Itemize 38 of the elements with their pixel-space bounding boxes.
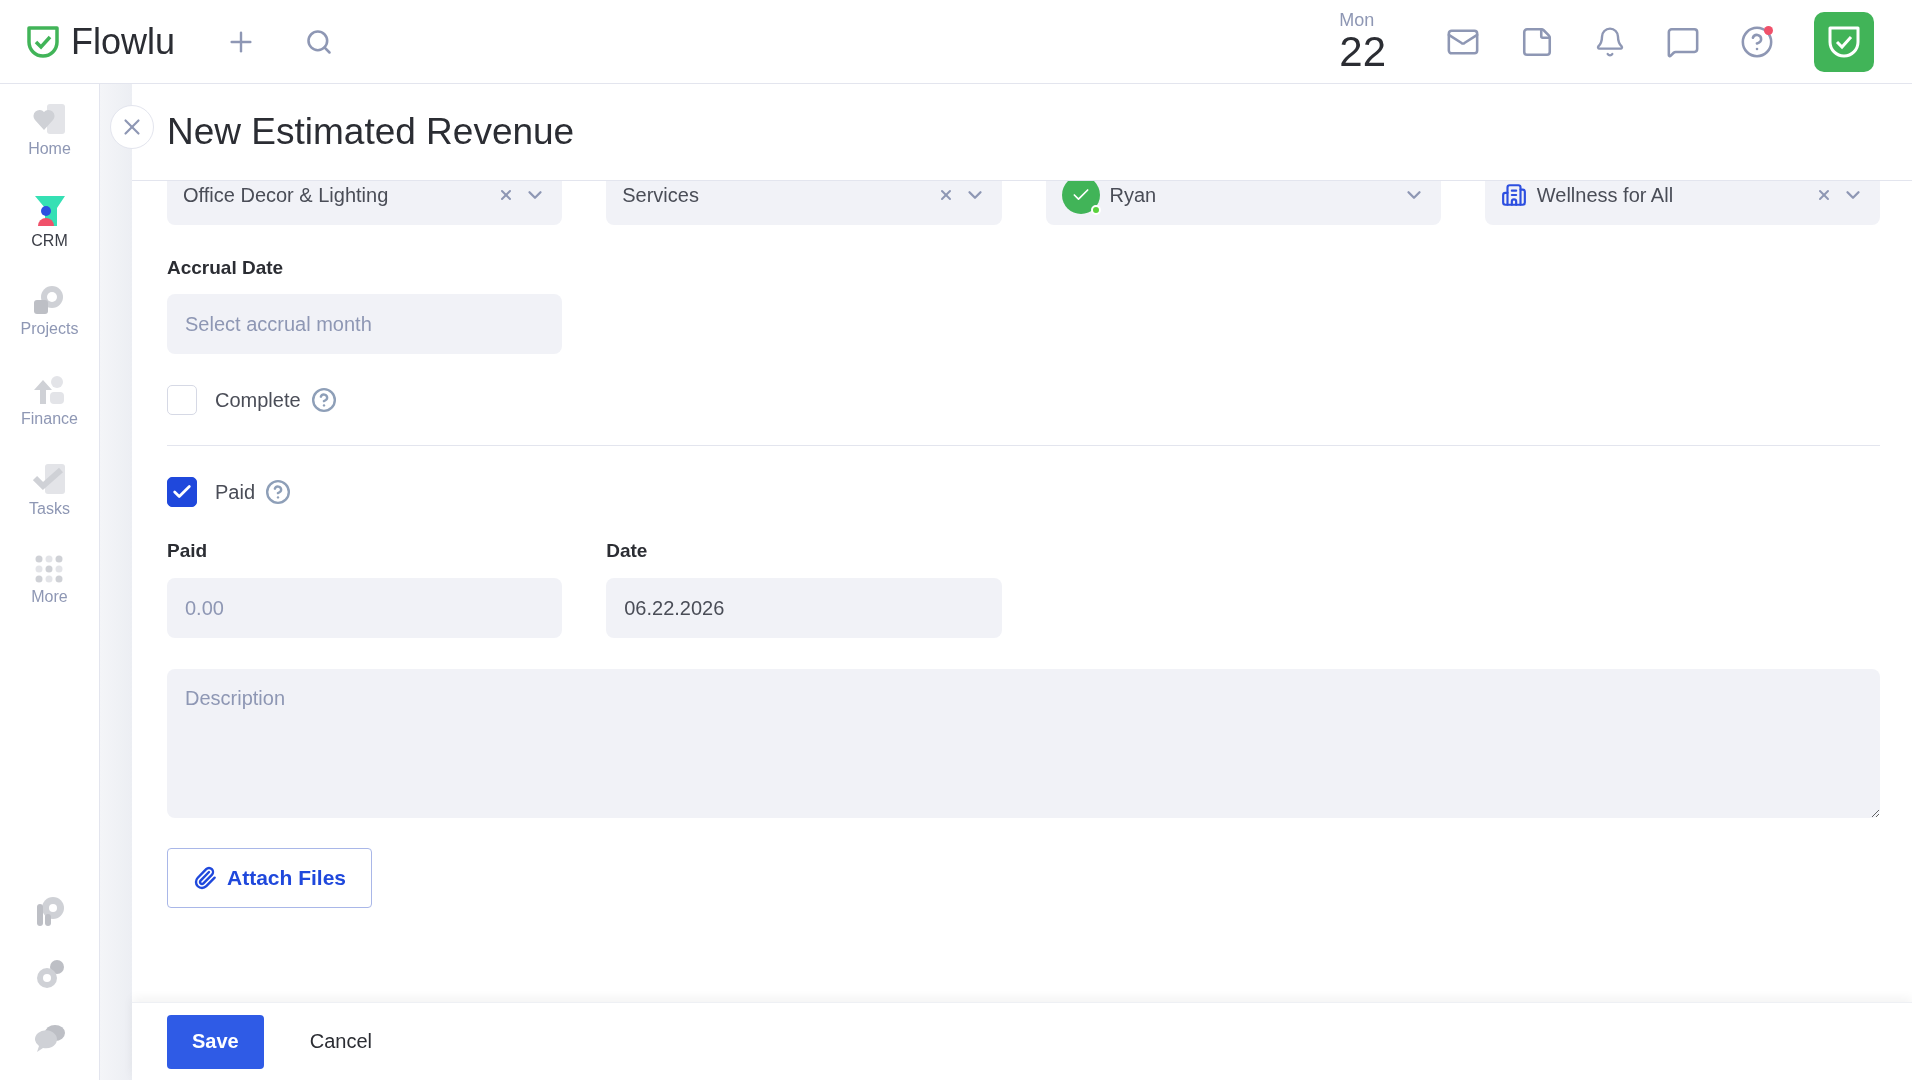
sidebar-item[interactable]: CRM [31, 194, 68, 284]
logo-text: Flowlu [71, 20, 176, 63]
user-avatar [1061, 181, 1100, 214]
checkmark-note-icon [32, 464, 67, 496]
building-icon [1500, 182, 1527, 208]
help-icon[interactable] [265, 479, 292, 505]
cancel-button[interactable]: Cancel [303, 1029, 378, 1054]
field-label: Date [606, 540, 649, 562]
checkbox-label: Complete [215, 388, 301, 412]
app-button[interactable] [1814, 11, 1874, 72]
input-field[interactable]: 0.00 [167, 578, 563, 638]
paperclip-icon [193, 866, 217, 890]
notifications-button[interactable] [1594, 25, 1626, 58]
weekday-text: Mon [1339, 9, 1375, 30]
panel-title: New Estimated Revenue [167, 111, 575, 153]
arrow-person-icon [32, 374, 67, 406]
input-field[interactable]: Select accrual month [167, 294, 563, 354]
select-field[interactable]: Wellness for All [1484, 181, 1880, 225]
select-field[interactable]: Services [606, 181, 1002, 225]
select-field[interactable]: Office Decor & Lighting [167, 181, 563, 225]
attach-files-button[interactable]: Attach Files [167, 848, 373, 908]
date-field[interactable]: 06.22.2026 [606, 578, 1002, 638]
day-number: 22 [1339, 29, 1386, 74]
description-field[interactable]: Description [167, 669, 1880, 818]
save-button[interactable]: Save [167, 1014, 264, 1069]
select-field[interactable]: Ryan [1045, 181, 1441, 225]
checkbox[interactable] [167, 477, 197, 507]
help-button[interactable] [1740, 24, 1774, 59]
funnel-icon [32, 194, 67, 228]
field-label: Accrual Date [167, 257, 285, 279]
heart-icon [32, 104, 67, 136]
logo-icon [25, 23, 61, 60]
clear-icon[interactable] [1816, 187, 1832, 203]
checkbox-label: Paid [215, 480, 256, 504]
grid-icon [34, 554, 65, 584]
field-label: Paid [167, 540, 209, 562]
search-icon[interactable] [305, 27, 333, 56]
help-icon[interactable] [310, 387, 337, 413]
